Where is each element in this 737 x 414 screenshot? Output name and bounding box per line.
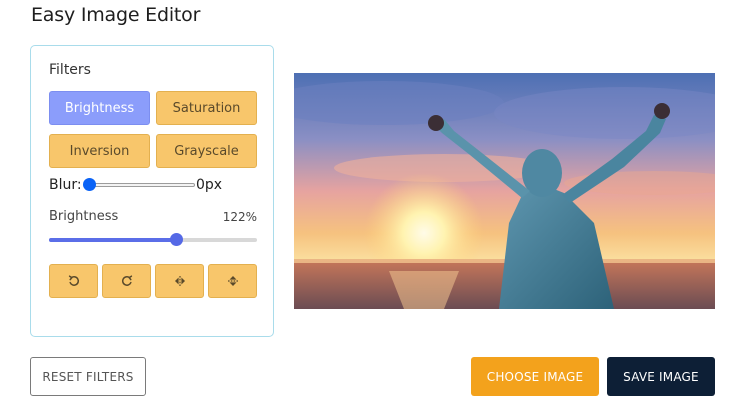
brightness-label: Brightness xyxy=(49,209,119,224)
rotate-left-button[interactable] xyxy=(49,264,98,298)
filters-panel: Filters Brightness Saturation Inversion … xyxy=(30,45,274,337)
brightness-slider-thumb[interactable] xyxy=(169,233,183,246)
choose-image-button[interactable]: CHOOSE IMAGE xyxy=(471,357,599,396)
rotate-right-button[interactable] xyxy=(102,264,151,298)
save-image-button[interactable]: SAVE IMAGE xyxy=(607,357,715,396)
flip-vertical-icon xyxy=(227,276,238,286)
app-title: Easy Image Editor xyxy=(31,4,201,26)
rotate-left-icon xyxy=(68,275,79,286)
blur-slider-thumb[interactable] xyxy=(83,178,96,191)
image-preview xyxy=(294,73,715,309)
flip-horizontal-icon xyxy=(174,276,185,286)
flip-vertical-button[interactable] xyxy=(208,264,257,298)
filter-brightness-button[interactable]: Brightness xyxy=(49,91,150,125)
brightness-value: 122% xyxy=(222,210,257,224)
flip-horizontal-button[interactable] xyxy=(155,264,204,298)
blur-value: 0px xyxy=(196,177,223,193)
preview-photo xyxy=(294,73,715,309)
brightness-slider-track[interactable] xyxy=(49,238,257,242)
filter-grayscale-button[interactable]: Grayscale xyxy=(156,134,257,168)
brightness-slider-fill xyxy=(49,238,176,242)
rotate-right-icon xyxy=(121,275,132,286)
filter-saturation-button[interactable]: Saturation xyxy=(156,91,257,125)
filter-inversion-button[interactable]: Inversion xyxy=(49,134,150,168)
reset-filters-button[interactable]: RESET FILTERS xyxy=(30,357,146,396)
filters-title: Filters xyxy=(49,62,91,78)
blur-slider-track[interactable] xyxy=(88,183,195,187)
blur-label: Blur: xyxy=(49,177,82,193)
